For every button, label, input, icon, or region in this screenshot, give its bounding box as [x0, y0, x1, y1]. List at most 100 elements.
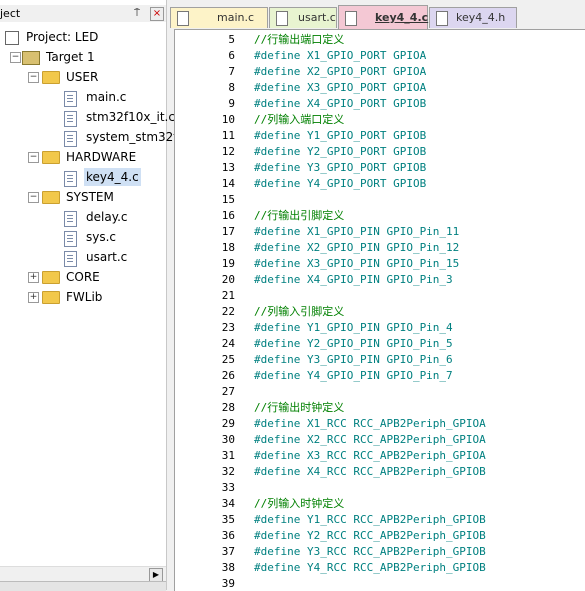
- tab-usart-c[interactable]: usart.c: [269, 7, 337, 28]
- code-line[interactable]: 16 //行输出引脚定义: [175, 208, 585, 224]
- file-icon: [64, 111, 77, 127]
- code-line[interactable]: 18 #define X2_GPIO_PIN GPIO_Pin_12: [175, 240, 585, 256]
- tree-item-project-led[interactable]: Project: LED: [24, 28, 100, 46]
- project-icon: [5, 31, 19, 45]
- code-comment: //行输出时钟定义: [254, 401, 345, 414]
- line-number: 36: [221, 529, 235, 542]
- line-number: 23: [221, 321, 235, 334]
- code-text: #define Y4_GPIO_PIN GPIO_Pin_7: [254, 369, 453, 382]
- line-number: 12: [221, 145, 235, 158]
- code-line[interactable]: 12 #define Y2_GPIO_PORT GPIOB: [175, 144, 585, 160]
- code-text: #define X1_GPIO_PIN GPIO_Pin_11: [254, 225, 460, 238]
- code-line[interactable]: 8 #define X3_GPIO_PORT GPIOA: [175, 80, 585, 96]
- file-icon: [64, 211, 77, 227]
- line-number: 19: [221, 257, 235, 270]
- code-line[interactable]: 36 #define Y2_RCC RCC_APB2Periph_GPIOB: [175, 528, 585, 544]
- code-text: #define Y2_RCC RCC_APB2Periph_GPIOB: [254, 529, 486, 542]
- tree-item-main-c[interactable]: main.c: [84, 88, 128, 106]
- line-number: 28: [221, 401, 235, 414]
- code-line[interactable]: 39: [175, 576, 585, 591]
- tree-item-system-stm32f[interactable]: system_stm32f: [84, 128, 180, 146]
- tree-item-usart-c[interactable]: usart.c: [84, 248, 129, 266]
- tab-key4-4-c[interactable]: key4_4.c: [338, 5, 428, 30]
- code-line[interactable]: 21: [175, 288, 585, 304]
- tree-item-target-1[interactable]: Target 1: [44, 48, 97, 66]
- code-line[interactable]: 10 //列输入端口定义: [175, 112, 585, 128]
- scroll-right-icon[interactable]: ▶: [149, 568, 163, 582]
- tree-item-system[interactable]: SYSTEM: [64, 188, 116, 206]
- line-number: 17: [221, 225, 235, 238]
- line-number: 6: [228, 49, 235, 62]
- code-line[interactable]: 38 #define Y4_RCC RCC_APB2Periph_GPIOB: [175, 560, 585, 576]
- file-icon: [64, 171, 77, 187]
- code-line[interactable]: 24 #define Y2_GPIO_PIN GPIO_Pin_5: [175, 336, 585, 352]
- code-line[interactable]: 35 #define Y1_RCC RCC_APB2Periph_GPIOB: [175, 512, 585, 528]
- tree-item-delay-c[interactable]: delay.c: [84, 208, 130, 226]
- line-number: 33: [221, 481, 235, 494]
- code-text: #define Y4_GPIO_PORT GPIOB: [254, 177, 427, 190]
- tree-item-hardware[interactable]: HARDWARE: [64, 148, 138, 166]
- code-line[interactable]: 33: [175, 480, 585, 496]
- folder-icon: [42, 191, 60, 204]
- code-line[interactable]: 9 #define X4_GPIO_PORT GPIOB: [175, 96, 585, 112]
- code-line[interactable]: 11 #define Y1_GPIO_PORT GPIOB: [175, 128, 585, 144]
- code-line[interactable]: 32 #define X4_RCC RCC_APB2Periph_GPIOB: [175, 464, 585, 480]
- c-file-icon: [276, 11, 288, 26]
- code-line[interactable]: 19 #define X3_GPIO_PIN GPIO_Pin_15: [175, 256, 585, 272]
- expand-toggle-icon[interactable]: −: [28, 192, 39, 203]
- code-editor[interactable]: 5 //行输出端口定义 6 #define X1_GPIO_PORT GPIOA 7 #d…: [174, 29, 585, 591]
- code-text: #define X3_GPIO_PORT GPIOA: [254, 81, 427, 94]
- code-text: #define Y3_GPIO_PIN GPIO_Pin_6: [254, 353, 453, 366]
- line-number: 25: [221, 353, 235, 366]
- horizontal-scrollbar[interactable]: ▶: [0, 566, 166, 582]
- code-line[interactable]: 22 //列输入引脚定义: [175, 304, 585, 320]
- code-line[interactable]: 29 #define X1_RCC RCC_APB2Periph_GPIOA: [175, 416, 585, 432]
- c-file-icon: [177, 11, 189, 26]
- tree-item-fwlib[interactable]: FWLib: [64, 288, 104, 306]
- tree-item-sys-c[interactable]: sys.c: [84, 228, 118, 246]
- tree-item-user[interactable]: USER: [64, 68, 100, 86]
- code-text: #define X3_RCC RCC_APB2Periph_GPIOA: [254, 449, 486, 462]
- expand-toggle-icon[interactable]: −: [28, 72, 39, 83]
- code-line[interactable]: 6 #define X1_GPIO_PORT GPIOA: [175, 48, 585, 64]
- code-line[interactable]: 17 #define X1_GPIO_PIN GPIO_Pin_11: [175, 224, 585, 240]
- tree-item-key4-4-c[interactable]: key4_4.c: [84, 168, 141, 186]
- code-line[interactable]: 20 #define X4_GPIO_PIN GPIO_Pin_3: [175, 272, 585, 288]
- expand-toggle-icon[interactable]: −: [10, 52, 21, 63]
- code-text: #define X2_GPIO_PORT GPIOA: [254, 65, 427, 78]
- code-comment: //列输入时钟定义: [254, 497, 345, 510]
- code-line[interactable]: 14 #define Y4_GPIO_PORT GPIOB: [175, 176, 585, 192]
- code-line[interactable]: 7 #define X2_GPIO_PORT GPIOA: [175, 64, 585, 80]
- code-line[interactable]: 30 #define X2_RCC RCC_APB2Periph_GPIOA: [175, 432, 585, 448]
- expand-toggle-icon[interactable]: −: [28, 152, 39, 163]
- tab-main-c[interactable]: main.c: [170, 7, 268, 28]
- project-panel-title: ject: [0, 7, 21, 20]
- code-line[interactable]: 23 #define Y1_GPIO_PIN GPIO_Pin_4: [175, 320, 585, 336]
- code-comment: //列输入端口定义: [254, 113, 345, 126]
- pin-icon[interactable]: ⍑: [134, 5, 140, 22]
- code-line[interactable]: 27: [175, 384, 585, 400]
- code-comment: //行输出端口定义: [254, 33, 345, 46]
- code-text: #define X2_GPIO_PIN GPIO_Pin_12: [254, 241, 460, 254]
- code-line[interactable]: 37 #define Y3_RCC RCC_APB2Periph_GPIOB: [175, 544, 585, 560]
- folder-icon: [42, 151, 60, 164]
- code-line[interactable]: 5 //行输出端口定义: [175, 32, 585, 48]
- code-line[interactable]: 28 //行输出时钟定义: [175, 400, 585, 416]
- code-line[interactable]: 13 #define Y3_GPIO_PORT GPIOB: [175, 160, 585, 176]
- tree-item-core[interactable]: CORE: [64, 268, 102, 286]
- code-line[interactable]: 34 //列输入时钟定义: [175, 496, 585, 512]
- tree-item-stm32f10x-it-c[interactable]: stm32f10x_it.c: [84, 108, 177, 126]
- line-number: 10: [221, 113, 235, 126]
- line-number: 11: [221, 129, 235, 142]
- expand-toggle-icon[interactable]: +: [28, 272, 39, 283]
- code-line[interactable]: 15: [175, 192, 585, 208]
- expand-toggle-icon[interactable]: +: [28, 292, 39, 303]
- code-text: #define X4_RCC RCC_APB2Periph_GPIOB: [254, 465, 486, 478]
- code-line[interactable]: 26 #define Y4_GPIO_PIN GPIO_Pin_7: [175, 368, 585, 384]
- code-line[interactable]: 31 #define X3_RCC RCC_APB2Periph_GPIOA: [175, 448, 585, 464]
- code-comment: //行输出引脚定义: [254, 209, 345, 222]
- tab-key4-4-h[interactable]: key4_4.h: [429, 7, 517, 28]
- code-line[interactable]: 25 #define Y3_GPIO_PIN GPIO_Pin_6: [175, 352, 585, 368]
- close-icon[interactable]: ×: [150, 7, 164, 21]
- line-number: 16: [221, 209, 235, 222]
